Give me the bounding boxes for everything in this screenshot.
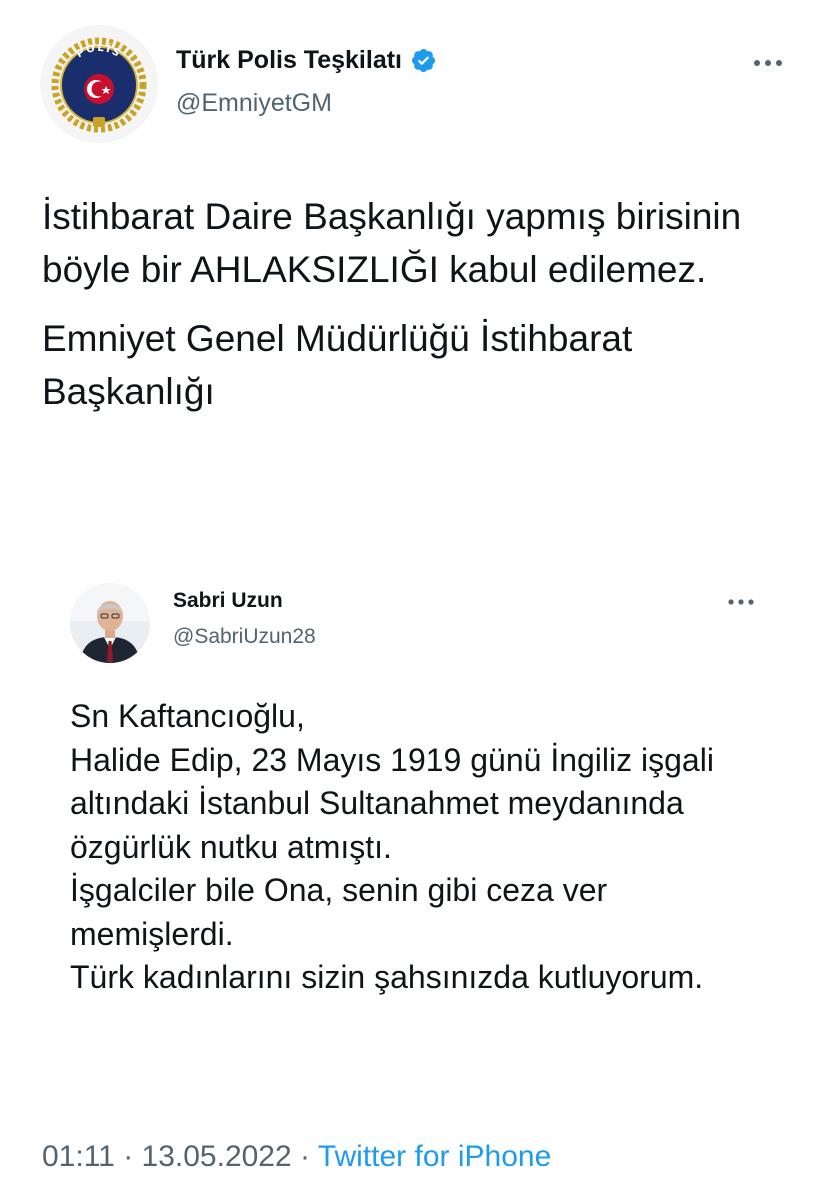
quoted-author-name[interactable]: Sabri Uzun bbox=[173, 589, 283, 613]
quoted-tweet-text: Sn Kaftancıoğlu, Halide Edip, 23 Mayıs 1… bbox=[70, 698, 714, 995]
tweet-source-link[interactable]: Twitter for iPhone bbox=[318, 1140, 551, 1173]
quoted-author-handle[interactable]: @SabriUzun28 bbox=[173, 625, 316, 649]
tweet-date[interactable]: 13.05.2022 bbox=[142, 1140, 292, 1173]
tweet-metadata: 01:11 · 13.05.2022 · Twitter for iPhone bbox=[42, 1140, 551, 1174]
author-name[interactable]: Türk Polis Teşkilatı bbox=[176, 46, 402, 75]
police-badge-logo: POLİS bbox=[41, 26, 157, 142]
metadata-separator: · bbox=[291, 1140, 318, 1173]
tweet-time[interactable]: 01:11 bbox=[42, 1140, 115, 1173]
quoted-author-photo bbox=[70, 583, 150, 663]
tweet: POLİS Türk Polis Teşkilatı @EmniyetGM İs… bbox=[0, 0, 825, 1200]
author-avatar[interactable]: POLİS bbox=[40, 25, 158, 143]
verified-badge-icon bbox=[411, 48, 436, 73]
quoted-author-avatar[interactable] bbox=[70, 583, 150, 663]
author-handle[interactable]: @EmniyetGM bbox=[176, 89, 332, 118]
tweet-paragraph: Emniyet Genel Müdürlüğü İstihbarat Başka… bbox=[42, 318, 633, 412]
author-name-row[interactable]: Türk Polis Teşkilatı bbox=[176, 46, 437, 75]
quoted-tweet[interactable]: Sabri Uzun @SabriUzun28 Sn Kaftancıoğlu,… bbox=[40, 553, 784, 1113]
more-options-icon[interactable] bbox=[727, 596, 755, 608]
tweet-paragraph: İstihbarat Daire Başkanlığı yapmış biris… bbox=[42, 196, 742, 290]
tweet-text: İstihbarat Daire Başkanlığı yapmış biris… bbox=[42, 190, 782, 434]
metadata-separator: · bbox=[114, 1140, 142, 1173]
more-options-icon[interactable] bbox=[752, 56, 784, 70]
